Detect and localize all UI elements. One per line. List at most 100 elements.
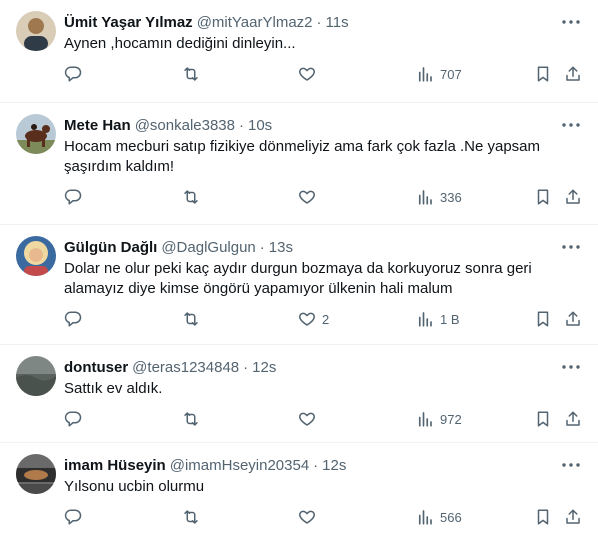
reply-icon xyxy=(64,509,82,525)
timestamp[interactable]: 13s xyxy=(269,239,293,256)
tweet-text: Hocam mecburi satıp fizikiye dönmeliyiz … xyxy=(64,138,541,175)
like-button[interactable] xyxy=(298,409,322,429)
bookmark-icon xyxy=(537,66,549,82)
avatar[interactable] xyxy=(16,356,56,396)
views-button[interactable]: 707 xyxy=(416,64,462,84)
avatar[interactable] xyxy=(16,454,56,494)
tweet[interactable]: Mete Han @sonkale3838 · 10s Hocam mecbur… xyxy=(0,103,598,225)
more-icon xyxy=(562,123,580,127)
more-button[interactable] xyxy=(560,14,582,30)
tweet-header: Gülgün Dağlı @DaglGulgun · 13s xyxy=(64,237,582,257)
author-handle[interactable]: @mitYaarYlmaz2 xyxy=(197,14,313,31)
retweet-icon xyxy=(184,67,198,81)
retweet-button[interactable] xyxy=(181,309,201,329)
action-bar: 2 1 B xyxy=(64,303,582,341)
like-button[interactable] xyxy=(298,507,322,527)
action-bar: 707 xyxy=(64,58,582,96)
share-icon xyxy=(566,411,580,426)
heart-icon xyxy=(299,190,315,204)
retweet-button[interactable] xyxy=(181,507,201,527)
like-button[interactable] xyxy=(298,187,322,207)
tweet-feed: Ümit Yaşar Yılmaz @mitYaarYlmaz2 · 11s A… xyxy=(0,0,598,542)
bookmark-button[interactable] xyxy=(534,187,552,207)
bookmark-button[interactable] xyxy=(534,309,552,329)
avatar[interactable] xyxy=(16,236,56,276)
bookmark-button[interactable] xyxy=(534,64,552,84)
timestamp[interactable]: 12s xyxy=(322,457,346,474)
reply-button[interactable] xyxy=(64,64,82,84)
timestamp[interactable]: 10s xyxy=(248,117,272,134)
retweet-icon xyxy=(184,190,198,204)
reply-button[interactable] xyxy=(64,409,82,429)
author-handle[interactable]: @teras1234848 xyxy=(132,359,239,376)
bookmark-button[interactable] xyxy=(534,507,552,527)
more-button[interactable] xyxy=(560,457,582,473)
views-count: 336 xyxy=(440,189,462,205)
views-button[interactable]: 336 xyxy=(416,187,462,207)
avatar[interactable] xyxy=(16,114,56,154)
author-handle[interactable]: @sonkale3838 xyxy=(135,117,235,134)
views-icon xyxy=(418,412,432,427)
tweet[interactable]: Gülgün Dağlı @DaglGulgun · 13s Dolar ne … xyxy=(0,225,598,345)
more-button[interactable] xyxy=(560,359,582,375)
more-button[interactable] xyxy=(560,239,582,255)
timestamp[interactable]: 12s xyxy=(252,359,276,376)
reply-button[interactable] xyxy=(64,309,82,329)
share-icon xyxy=(566,66,580,81)
author-name[interactable]: Gülgün Dağlı xyxy=(64,239,157,256)
share-button[interactable] xyxy=(564,507,582,527)
author-name[interactable]: imam Hüseyin xyxy=(64,457,166,474)
separator-dot: · xyxy=(243,358,249,376)
share-button[interactable] xyxy=(564,187,582,207)
action-bar: 566 xyxy=(64,501,582,539)
tweet-header: Ümit Yaşar Yılmaz @mitYaarYlmaz2 · 11s xyxy=(64,12,582,32)
heart-icon xyxy=(299,412,315,426)
like-button[interactable]: 2 xyxy=(298,309,329,329)
heart-icon xyxy=(299,312,315,326)
more-icon xyxy=(562,245,580,249)
action-bar: 972 xyxy=(64,403,582,441)
heart-icon xyxy=(299,67,315,81)
bookmark-icon xyxy=(537,509,549,525)
tweet[interactable]: Ümit Yaşar Yılmaz @mitYaarYlmaz2 · 11s A… xyxy=(0,0,598,103)
author-name[interactable]: Mete Han xyxy=(64,117,131,134)
like-button[interactable] xyxy=(298,64,322,84)
reply-button[interactable] xyxy=(64,507,82,527)
author-name[interactable]: dontuser xyxy=(64,359,128,376)
timestamp[interactable]: 11s xyxy=(326,14,349,31)
views-button[interactable]: 566 xyxy=(416,507,462,527)
tweet-header: imam Hüseyin @imamHseyin20354 · 12s xyxy=(64,455,582,475)
share-icon xyxy=(566,189,580,204)
tweet-header: Mete Han @sonkale3838 · 10s xyxy=(64,115,582,135)
retweet-button[interactable] xyxy=(181,64,201,84)
tweet-text: Dolar ne olur peki kaç aydır durgun bozm… xyxy=(64,260,532,297)
tweet[interactable]: imam Hüseyin @imamHseyin20354 · 12s Yıls… xyxy=(0,443,598,542)
views-icon xyxy=(418,190,432,205)
author-handle[interactable]: @imamHseyin20354 xyxy=(170,457,309,474)
retweet-button[interactable] xyxy=(181,409,201,429)
retweet-icon xyxy=(184,510,198,524)
reply-icon xyxy=(64,189,82,205)
bookmark-button[interactable] xyxy=(534,409,552,429)
more-button[interactable] xyxy=(560,117,582,133)
separator-dot: · xyxy=(313,456,319,474)
author-name[interactable]: Ümit Yaşar Yılmaz xyxy=(64,14,193,31)
share-button[interactable] xyxy=(564,409,582,429)
bookmark-icon xyxy=(537,411,549,427)
tweet[interactable]: dontuser @teras1234848 · 12s Sattık ev a… xyxy=(0,345,598,443)
reply-icon xyxy=(64,66,82,82)
avatar[interactable] xyxy=(16,11,56,51)
reply-button[interactable] xyxy=(64,187,82,207)
views-count: 972 xyxy=(440,411,462,427)
bookmark-icon xyxy=(537,311,549,327)
retweet-button[interactable] xyxy=(181,187,201,207)
author-handle[interactable]: @DaglGulgun xyxy=(161,239,255,256)
share-button[interactable] xyxy=(564,309,582,329)
retweet-icon xyxy=(184,312,198,326)
views-icon xyxy=(418,510,432,525)
views-icon xyxy=(418,67,432,82)
views-button[interactable]: 1 B xyxy=(416,309,460,329)
views-button[interactable]: 972 xyxy=(416,409,462,429)
action-bar: 336 xyxy=(64,181,582,219)
share-button[interactable] xyxy=(564,64,582,84)
